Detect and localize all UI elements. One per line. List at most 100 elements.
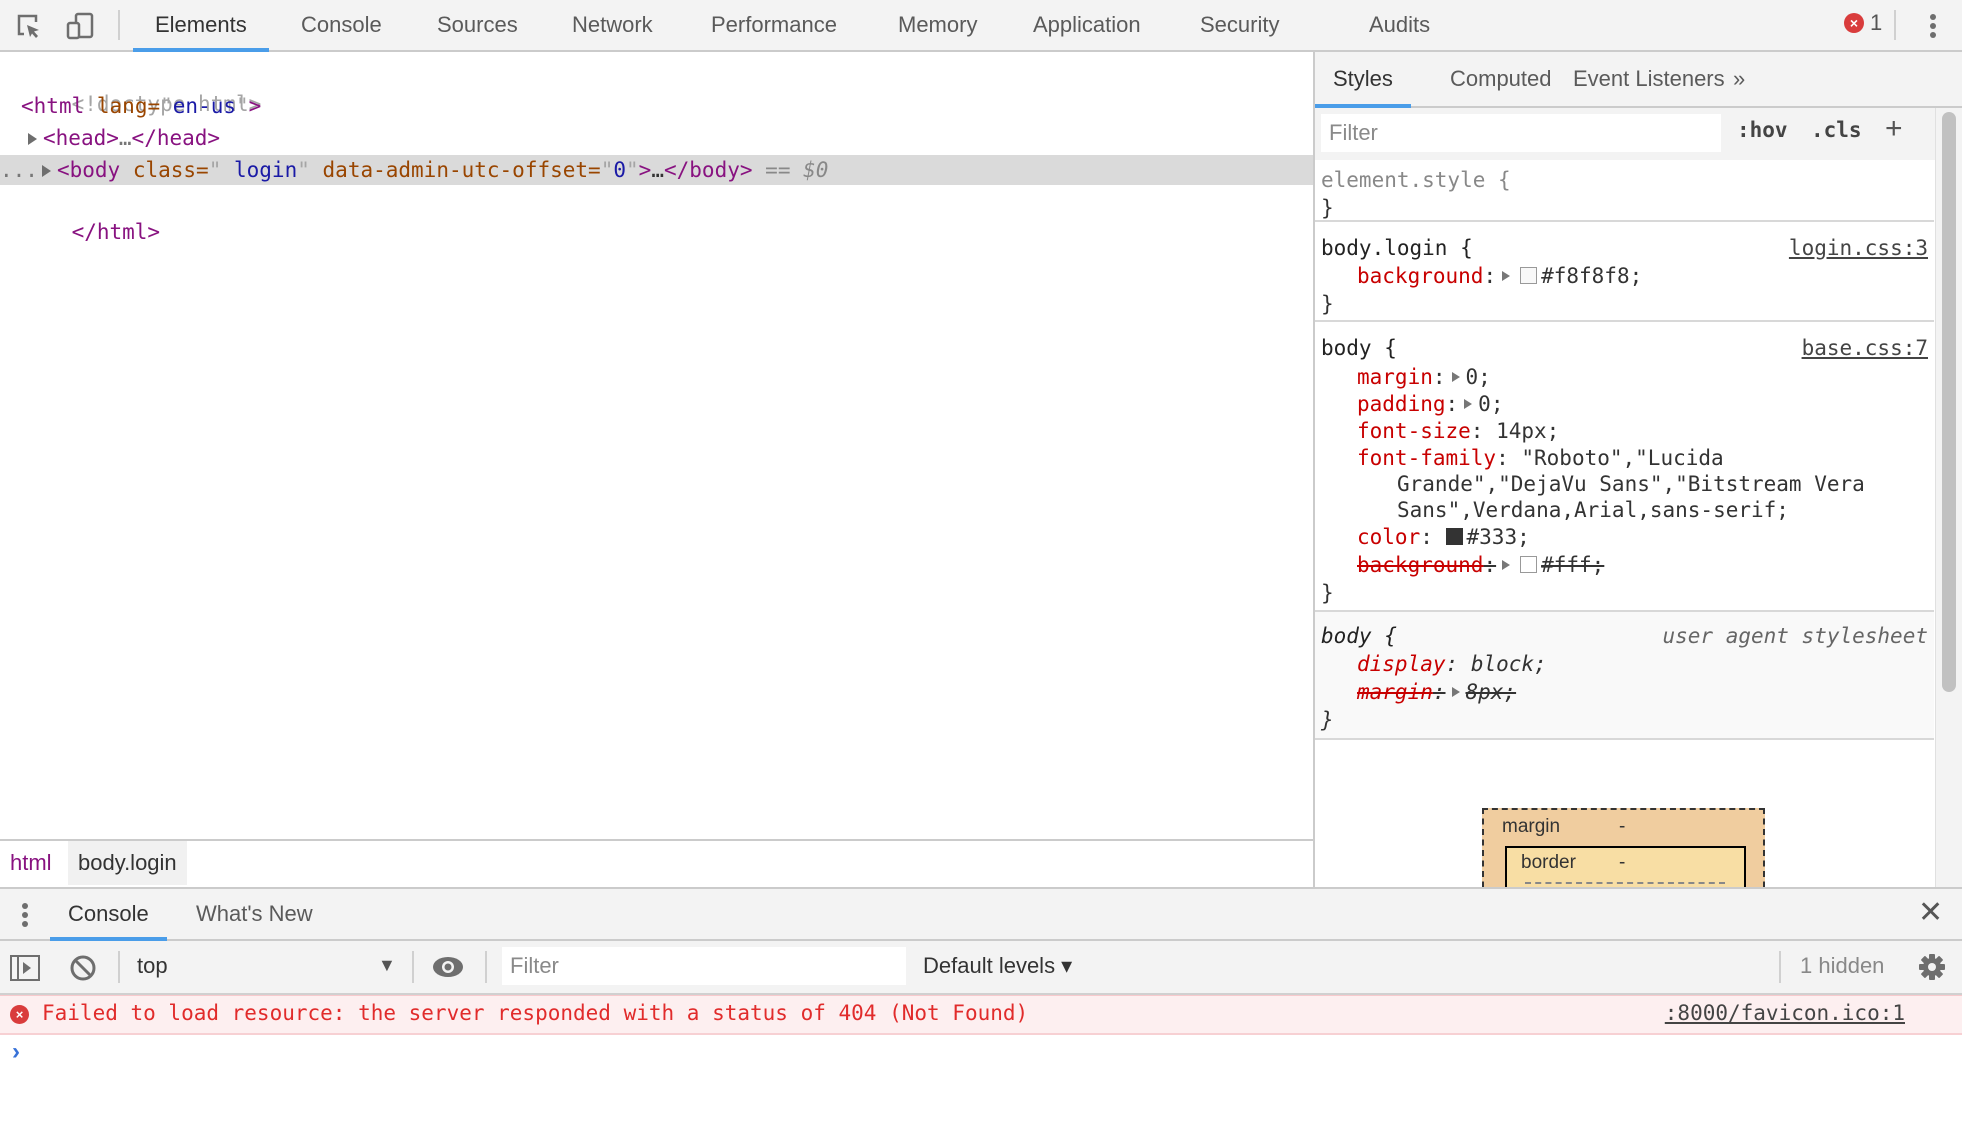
new-rule-icon[interactable]: + [1885,112,1903,146]
node-actions-ellipsis[interactable]: ... [0,158,38,182]
context-dropdown-arrow-icon[interactable]: ▼ [378,955,396,976]
rule-selector[interactable]: element.style { [1321,166,1934,194]
drawer-menu-icon[interactable] [22,903,30,930]
declaration-color[interactable]: color: #333; [1321,523,1934,551]
property-value[interactable]: 14px; [1496,419,1559,443]
clear-console-icon[interactable] [69,954,97,982]
tab-application[interactable]: Application [1011,0,1163,50]
attr-value: en-us [172,94,236,118]
dom-node-html-close[interactable]: </html> [0,187,1313,244]
class-toggle[interactable]: .cls [1811,118,1862,142]
property-value[interactable]: 0; [1466,365,1491,389]
styles-scrollbar-thumb[interactable] [1942,112,1956,692]
tab-console[interactable]: Console [279,0,404,50]
margin-value[interactable]: - [1619,816,1625,838]
expand-triangle-icon[interactable] [28,133,37,145]
tab-memory[interactable]: Memory [876,0,999,50]
color-swatch[interactable] [1520,267,1538,284]
dom-node-html[interactable]: <html lang="en-us"> [0,91,1313,121]
end-tag-open: </ [131,126,157,150]
quote: " [626,158,639,182]
console-settings-gear-icon[interactable] [1918,953,1946,981]
expand-shorthand-icon[interactable] [1502,271,1511,281]
more-tabs-icon[interactable]: » [1715,52,1763,106]
more-options-icon[interactable] [1925,12,1941,42]
tag-open: < [56,158,70,182]
expand-shorthand-icon[interactable] [1464,399,1473,409]
dom-node-body-selected[interactable]: ... <body class=" login" data-admin-utc-o… [0,155,1313,185]
hover-state-toggle[interactable]: :hov [1737,118,1788,142]
property-value[interactable]: #f8f8f8; [1541,264,1642,288]
tab-sources[interactable]: Sources [415,0,540,50]
declaration-padding[interactable]: padding: 0; [1321,391,1934,418]
declaration-background[interactable]: background: #f8f8f8; [1321,262,1934,290]
color-swatch[interactable] [1520,556,1538,573]
dom-node-head[interactable]: <head>…</head> [0,123,1313,153]
property-value[interactable]: "Roboto","Lucida [1521,446,1723,470]
tab-security[interactable]: Security [1178,0,1301,50]
declaration-font-family[interactable]: font-family: "Roboto","Lucida Grande","De… [1321,445,1934,523]
live-expression-eye-icon[interactable] [432,956,464,978]
quote: " [160,94,173,118]
style-rules: element.style { } body.login { login.css… [1315,160,1934,740]
property-value-continued[interactable]: Sans",Verdana,Arial,sans-serif; [1357,497,1934,523]
styles-filter-input[interactable] [1321,114,1721,152]
log-levels-dropdown[interactable]: Default levels ▾ [923,953,1072,979]
console-filter-input[interactable] [502,947,906,985]
expand-shorthand-icon[interactable] [1451,372,1460,382]
rule-source-link[interactable]: base.css:7 [1802,334,1928,362]
show-sidebar-icon[interactable] [10,955,40,981]
drawer-tab-whats-new[interactable]: What's New [178,889,331,939]
tag-name: head [55,126,107,150]
console-prompt-chevron-icon[interactable]: › [12,1038,20,1066]
close-drawer-icon[interactable]: ✕ [1918,895,1943,930]
tab-network[interactable]: Network [550,0,675,50]
device-toolbar-icon[interactable] [66,12,94,40]
console-message-error: × Failed to load resource: the server re… [0,995,1962,1035]
error-icon: × [10,1005,29,1024]
expand-triangle-icon[interactable] [41,165,51,177]
border-value[interactable]: - [1619,852,1625,874]
breadcrumb-item-html[interactable]: html [0,841,62,885]
declaration-margin-overridden: margin: 8px; [1357,680,1517,704]
attr-value: 0 [613,158,627,182]
console-toolbar: top ▼ Default levels ▾ 1 hidden [0,941,1962,995]
context-selector[interactable]: top [137,953,168,979]
tag-close: > [638,158,652,182]
collapsed-ellipsis[interactable]: … [119,126,132,150]
property-value-continued[interactable]: Grande","DejaVu Sans","Bitstream Vera [1357,471,1934,497]
error-count-icon[interactable]: × [1844,13,1864,33]
hidden-messages-count: 1 hidden [1800,953,1885,978]
collapsed-ellipsis[interactable]: … [651,158,664,182]
property-value: block; [1470,652,1547,676]
tab-computed[interactable]: Computed [1432,52,1570,106]
tab-audits[interactable]: Audits [1347,0,1452,50]
toolbar-separator [118,10,120,40]
rule-element-style: element.style { } [1315,160,1934,222]
declaration-font-size[interactable]: font-size: 14px; [1321,418,1934,445]
property-value[interactable]: 0; [1478,392,1503,416]
quote: " [600,158,614,182]
declaration-margin[interactable]: margin: 0; [1321,364,1934,391]
color-swatch[interactable] [1445,528,1463,545]
end-tag-close: > [207,126,221,150]
error-message-text: Failed to load resource: the server resp… [42,1001,1029,1025]
error-count[interactable]: 1 [1870,10,1882,36]
attr-name: data-admin-utc-offset [322,158,589,182]
error-source-link[interactable]: :8000/favicon.ico:1 [1665,1001,1905,1025]
tab-performance[interactable]: Performance [689,0,859,50]
dom-node-doctype[interactable]: <!doctype html> [0,59,1313,116]
expand-shorthand-icon[interactable] [1451,687,1460,697]
tab-styles[interactable]: Styles [1315,52,1411,108]
rule-source-link[interactable]: login.css:3 [1789,234,1928,262]
toolbar-separator [1894,10,1896,40]
property-value[interactable]: #fff; [1541,553,1604,577]
drawer-tab-console[interactable]: Console [50,889,167,941]
tab-elements[interactable]: Elements [133,0,269,52]
breadcrumb-item-body[interactable]: body.login [68,841,187,885]
inspect-element-icon[interactable] [14,12,42,40]
property-value[interactable]: #333; [1467,525,1530,549]
declaration-background-overridden[interactable]: background: #fff; [1321,551,1934,579]
expand-shorthand-icon[interactable] [1502,560,1511,570]
